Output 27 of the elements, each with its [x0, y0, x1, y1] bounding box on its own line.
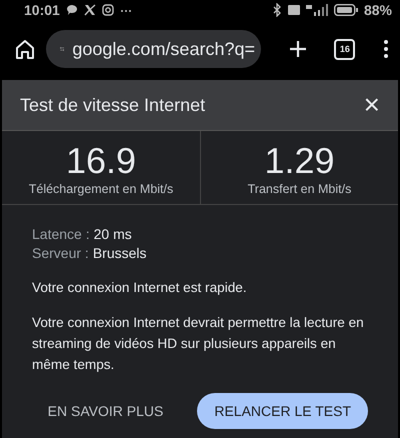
signal-icon — [306, 4, 328, 16]
camera-icon — [102, 4, 114, 16]
speed-label: Transfert en Mbit/s — [248, 182, 352, 196]
home-icon[interactable] — [14, 38, 36, 60]
clock-time: 10:01 — [24, 2, 60, 18]
new-tab-icon[interactable] — [288, 39, 308, 59]
speed-value: 16.9 — [66, 143, 136, 179]
battery-icon — [334, 4, 358, 16]
chat-bubble-icon — [66, 4, 78, 16]
x-logo-icon — [84, 4, 96, 16]
learn-more-button[interactable]: EN SAVOIR PLUS — [32, 393, 180, 429]
speed-label: Téléchargement en Mbit/s — [28, 182, 174, 196]
tab-count-button[interactable]: 16 — [334, 38, 356, 60]
detail-value: 20 ms — [94, 225, 132, 244]
result-text: Votre connexion Internet est rapide. — [32, 279, 248, 297]
detail-value: Brussels — [92, 244, 146, 263]
bluetooth-icon — [272, 3, 282, 17]
address-bar[interactable]: google.com/search?q= — [46, 30, 261, 68]
speed-value: 1.29 — [264, 143, 335, 179]
menu-icon[interactable] — [382, 39, 390, 59]
battery-percent: 88% — [364, 2, 392, 18]
detail-label: Latence : — [32, 225, 90, 244]
result-text: Votre connexion Internet devrait permettre la lecture en streaming de vidéos HD sur plusieurs appareils en même temps. — [32, 314, 365, 374]
detail-label: Serveur : — [32, 244, 89, 263]
dialog-title: Test de vitesse Internet — [20, 94, 206, 116]
close-button[interactable]: × — [364, 91, 380, 119]
rerun-test-button[interactable]: RELANCER LE TEST — [197, 393, 368, 429]
